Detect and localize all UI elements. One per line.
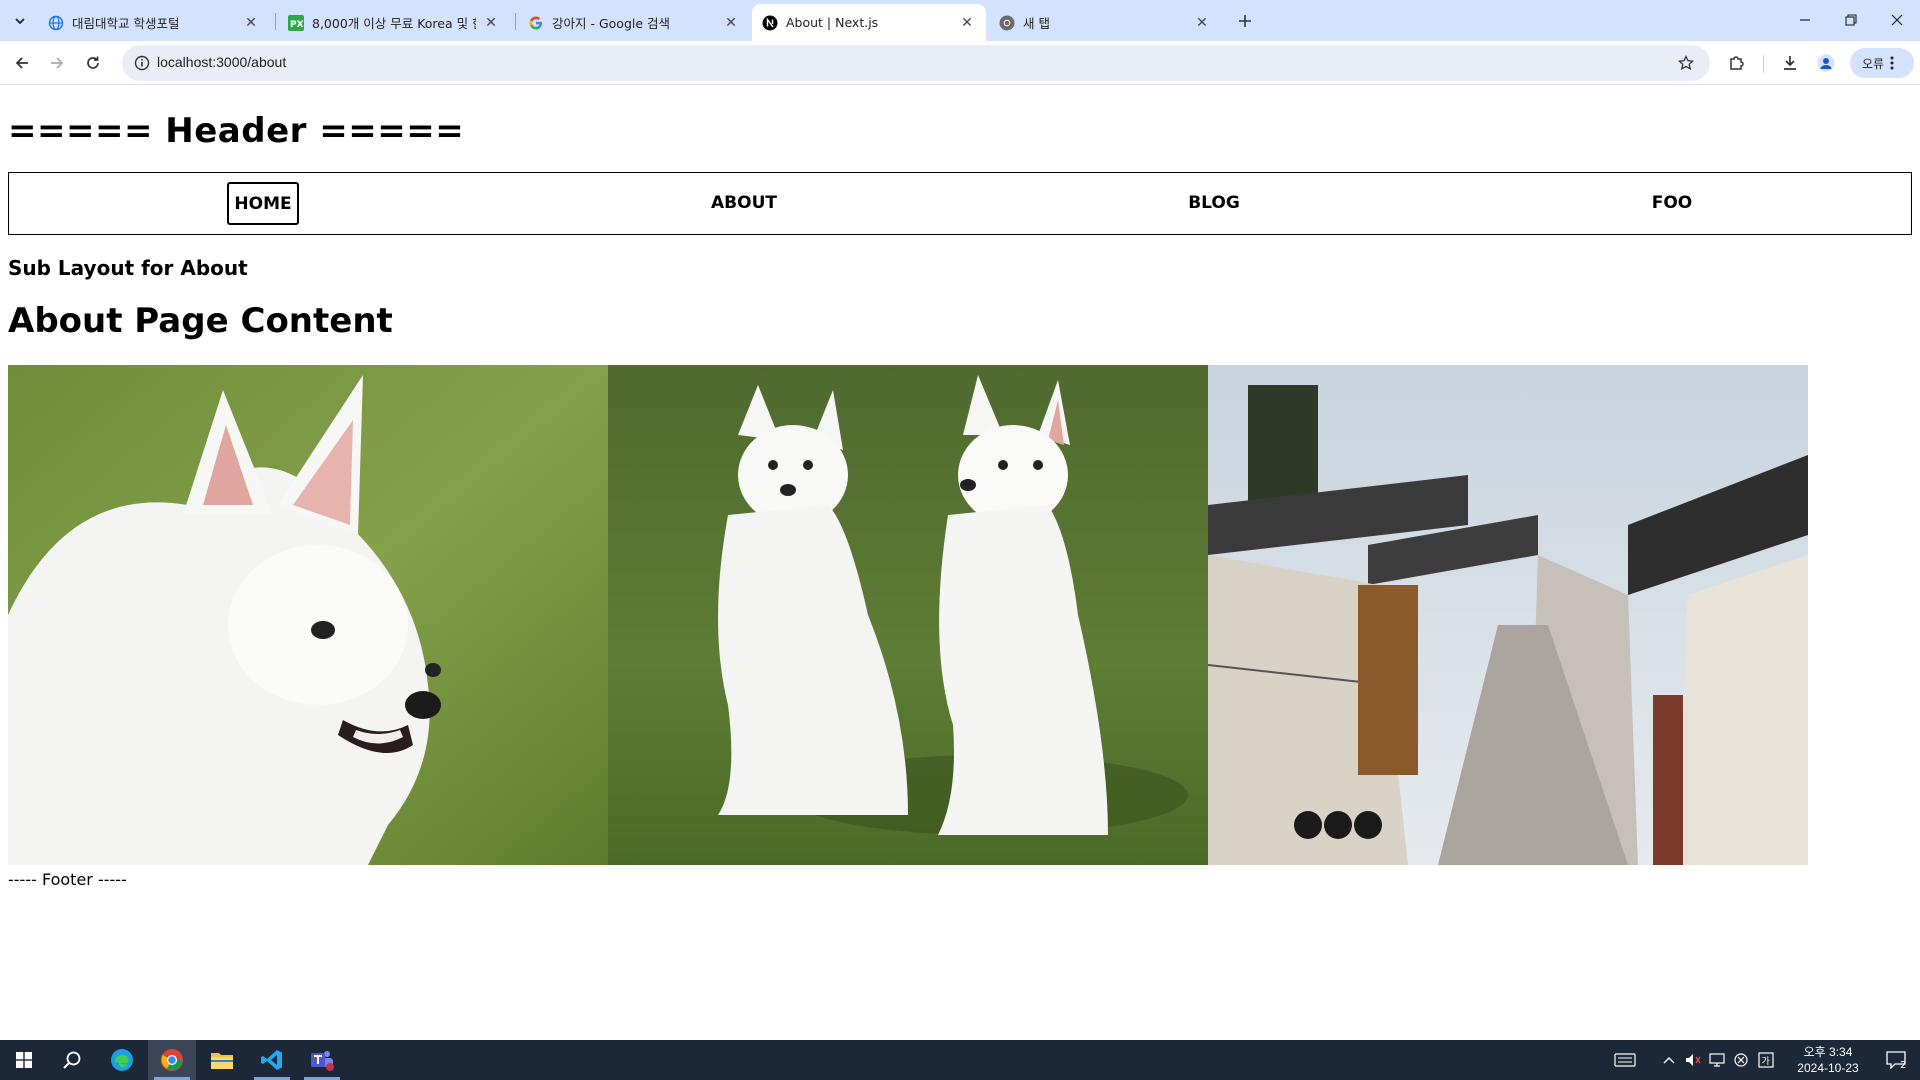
error-menu-button[interactable]: 오류	[1850, 48, 1914, 78]
restore-icon	[1845, 14, 1857, 26]
chevron-down-icon	[15, 18, 25, 25]
globe-icon	[48, 15, 64, 30]
nav-blog[interactable]: BLOG	[1139, 173, 1289, 233]
avatar-icon	[1817, 54, 1835, 72]
vscode-icon	[261, 1050, 282, 1070]
tab-google-search[interactable]: 강아지 - Google 검색 ✕	[518, 4, 750, 41]
main-nav: HOME ABOUT BLOG FOO	[8, 172, 1912, 235]
tray-chevron-up-icon[interactable]	[1658, 1040, 1680, 1080]
clock-date: 2024-10-23	[1797, 1061, 1859, 1075]
clock-time: 오후 3:34	[1803, 1045, 1853, 1059]
close-icon[interactable]: ✕	[1193, 14, 1211, 32]
close-icon	[1891, 14, 1903, 26]
site-footer: ----- Footer -----	[8, 870, 127, 889]
close-icon[interactable]: ✕	[958, 14, 976, 32]
close-icon[interactable]: ✕	[482, 14, 500, 32]
more-vertical-icon	[1890, 56, 1894, 70]
error-label: 오류	[1862, 56, 1885, 71]
search-icon	[63, 1051, 81, 1069]
svg-text:가: 가	[1762, 1056, 1770, 1067]
tab-title: 강아지 - Google 검색	[552, 16, 671, 31]
minimize-button[interactable]	[1782, 0, 1828, 40]
edge-icon	[111, 1049, 133, 1071]
notification-center-button[interactable]: 2	[1876, 1040, 1916, 1080]
plus-icon	[1239, 15, 1251, 27]
reload-icon	[87, 56, 99, 69]
chrome-icon	[161, 1049, 183, 1071]
puzzle-icon	[1730, 56, 1744, 70]
reload-button[interactable]	[79, 49, 107, 77]
profile-button[interactable]	[1812, 49, 1840, 77]
close-icon[interactable]: ✕	[242, 14, 260, 32]
downloads-button[interactable]	[1776, 49, 1804, 77]
forward-button[interactable]	[43, 49, 71, 77]
search-button[interactable]	[48, 1040, 96, 1080]
two-dogs-image	[608, 365, 1208, 865]
windows-taskbar: 가 오후 3:34 2024-10-23 2	[0, 1040, 1920, 1080]
taskbar-vscode[interactable]	[248, 1040, 296, 1080]
restore-button[interactable]	[1828, 0, 1874, 40]
taskbar-chrome[interactable]	[148, 1040, 196, 1080]
back-button[interactable]	[8, 49, 36, 77]
tray-status-icon[interactable]	[1730, 1040, 1752, 1080]
new-tab-button[interactable]	[1232, 8, 1258, 34]
arrow-left-icon	[15, 57, 28, 69]
site-header: ===== Header =====	[8, 111, 465, 151]
nextjs-icon	[762, 15, 778, 30]
download-icon	[1784, 56, 1796, 70]
close-window-button[interactable]	[1874, 0, 1920, 40]
nav-foo[interactable]: FOO	[1597, 173, 1747, 233]
tab-about-nextjs[interactable]: About | Next.js ✕	[752, 4, 986, 41]
taskbar-file-explorer[interactable]	[198, 1040, 246, 1080]
url-text[interactable]: localhost:3000/about	[157, 54, 286, 70]
google-icon	[529, 16, 542, 29]
tab-title: About | Next.js	[786, 15, 879, 30]
minimize-icon	[1800, 19, 1810, 21]
tab-search-button[interactable]	[8, 9, 32, 33]
browser-toolbar: localhost:3000/about 오류	[0, 41, 1920, 85]
extensions-button[interactable]	[1723, 49, 1751, 77]
arrow-right-icon	[51, 57, 64, 69]
tab-pixabay[interactable]: PX 8,000개 이상 무료 Korea 및 한 ✕	[278, 4, 510, 41]
svg-text:PX: PX	[290, 20, 304, 30]
tab-title: 대림대학교 학생포털	[72, 16, 180, 31]
site-info-icon[interactable]	[130, 51, 154, 75]
nav-about[interactable]: ABOUT	[669, 173, 819, 233]
tab-separator	[275, 13, 276, 30]
tray-keyboard-icon[interactable]	[1608, 1040, 1642, 1080]
hanok-village-image	[1208, 365, 1808, 865]
px-icon: PX	[288, 14, 304, 31]
tray-ime-icon[interactable]: 가	[1754, 1040, 1778, 1080]
toolbar-divider	[1763, 55, 1764, 73]
image-gallery	[8, 365, 1808, 865]
close-icon[interactable]: ✕	[722, 14, 740, 32]
notification-count: 2	[1900, 1060, 1907, 1071]
tab-new-tab[interactable]: 새 탭 ✕	[989, 4, 1221, 41]
tab-separator	[515, 13, 516, 30]
windows-icon	[16, 1052, 32, 1068]
dog-closeup-image	[8, 365, 608, 865]
tray-network-icon[interactable]	[1706, 1040, 1728, 1080]
taskbar-clock[interactable]: 오후 3:34 2024-10-23	[1784, 1044, 1872, 1076]
web-page: ===== Header ===== HOME ABOUT BLOG FOO S…	[0, 86, 1920, 1040]
taskbar-edge[interactable]	[98, 1040, 146, 1080]
tab-title: 새 탭	[1023, 16, 1050, 31]
tray-volume-muted-icon[interactable]	[1682, 1040, 1704, 1080]
start-button[interactable]	[0, 1040, 48, 1080]
taskbar-teams[interactable]	[298, 1040, 346, 1080]
tab-title: 8,000개 이상 무료 Korea 및 한	[312, 16, 476, 31]
address-bar[interactable]: localhost:3000/about	[122, 45, 1710, 81]
page-title: About Page Content	[8, 301, 393, 341]
bookmark-star-icon[interactable]	[1674, 51, 1698, 75]
chrome-icon	[999, 15, 1015, 30]
tab-student-portal[interactable]: 대림대학교 학생포털 ✕	[38, 4, 270, 41]
sub-layout-title: Sub Layout for About	[8, 256, 248, 280]
tab-strip: 대림대학교 학생포털 ✕ PX 8,000개 이상 무료 Korea 및 한 ✕…	[0, 0, 1920, 41]
nav-home[interactable]: HOME	[227, 182, 299, 225]
teams-icon	[311, 1051, 334, 1071]
folder-icon	[211, 1053, 233, 1069]
